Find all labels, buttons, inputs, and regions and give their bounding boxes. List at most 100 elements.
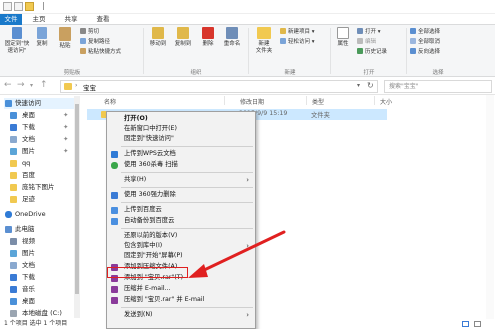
nav-pc-pictures[interactable]: 图片: [10, 248, 35, 259]
nav-onedrive[interactable]: OneDrive: [4, 209, 46, 220]
breadcrumb-current[interactable]: 宝宝: [83, 82, 96, 92]
status-text: 1 个项目 选中 1 个项目: [4, 320, 68, 327]
quick-access-properties-icon[interactable]: [14, 2, 23, 11]
copy-path-label: 复制路径: [88, 39, 111, 45]
video-icon: [10, 238, 17, 245]
menu-item-open-new-window[interactable]: 在新窗口中打开(E): [107, 124, 255, 134]
nav-label: OneDrive: [15, 210, 46, 218]
new-folder-button[interactable]: 新建 文件夹: [252, 27, 276, 55]
nav-documents[interactable]: 文档 ✦: [10, 134, 68, 145]
column-divider: [374, 96, 375, 105]
nav-label: 百度: [22, 171, 35, 179]
quick-access-new-folder-icon[interactable]: [25, 2, 34, 11]
copy-to-label: 复制到: [174, 41, 192, 47]
nav-pc-documents[interactable]: 文档: [10, 260, 35, 271]
forward-arrow-icon[interactable]: →: [17, 80, 25, 91]
select-none-button[interactable]: 全部取消: [410, 38, 440, 46]
nav-baby-pictures[interactable]: 庞铭下图片: [10, 182, 55, 193]
recent-locations-icon[interactable]: ▾: [30, 80, 33, 91]
nav-scrollbar-thumb[interactable]: [75, 104, 79, 294]
move-to-button[interactable]: 移动到: [147, 27, 169, 48]
history-button[interactable]: 历史记录: [357, 48, 387, 56]
nav-footprints[interactable]: 足迹: [10, 194, 35, 205]
menu-item-share[interactable]: 共享(H) ›: [107, 175, 255, 185]
copy-path-button[interactable]: 复制路径: [80, 38, 110, 46]
nav-this-pc[interactable]: 此电脑: [4, 224, 35, 235]
nav-baidu[interactable]: 百度: [10, 170, 35, 181]
menu-item-shred-360[interactable]: 使用 360强力删除: [107, 190, 255, 200]
folder-icon: [64, 83, 72, 90]
nav-label: 庞铭下图片: [22, 183, 55, 191]
invert-selection-button[interactable]: 反向选择: [410, 48, 440, 56]
nav-desktop[interactable]: 桌面 ✦: [10, 110, 68, 121]
nav-label: 此电脑: [15, 225, 35, 233]
nav-pc-downloads[interactable]: 下载: [10, 272, 35, 283]
easy-access-button[interactable]: 轻松访问 ▾: [280, 38, 315, 46]
shield-icon: [111, 162, 118, 169]
paste-button[interactable]: 粘贴: [55, 27, 75, 50]
copy-button[interactable]: 复制: [34, 27, 50, 48]
nav-label: 下载: [22, 273, 35, 281]
nav-qq[interactable]: qq: [10, 158, 30, 169]
menu-item-label: 固定到"快速访问": [124, 135, 174, 142]
winrar-icon: [111, 286, 118, 293]
computer-icon: [5, 226, 12, 233]
menu-item-open[interactable]: 打开(O): [107, 114, 255, 124]
tab-share[interactable]: 共享: [60, 14, 82, 25]
menu-item-baidu-upload[interactable]: 上传到百度云: [107, 205, 255, 215]
address-dropdown-icon[interactable]: ▾: [357, 82, 360, 89]
nav-videos[interactable]: 视频: [10, 236, 35, 247]
column-header-date[interactable]: 修改日期: [240, 97, 264, 106]
menu-item-wps-upload[interactable]: 上传到WPS云文档: [107, 149, 255, 159]
nav-quick-access[interactable]: 快速访问: [4, 98, 74, 109]
back-arrow-icon[interactable]: ←: [4, 80, 12, 91]
new-item-label: 新建项目: [288, 29, 311, 35]
nav-local-disk[interactable]: 本地磁盘 (C:): [10, 308, 62, 319]
select-all-button[interactable]: 全部选择: [410, 28, 440, 36]
nav-pictures[interactable]: 图片 ✦: [10, 146, 68, 157]
column-header-type[interactable]: 类型: [312, 97, 324, 106]
nav-label: 图片: [22, 147, 35, 155]
tab-file[interactable]: 文件: [0, 14, 22, 25]
menu-item-scan-360[interactable]: 使用 360杀毒 扫描: [107, 160, 255, 170]
nav-label: 文档: [22, 135, 35, 143]
menu-item-compress-rar-email[interactable]: 压缩到 "宝贝.rar" 并 E-mail: [107, 295, 255, 305]
new-folder-label: 新建 文件夹: [255, 41, 273, 54]
open-button[interactable]: 打开 ▾: [357, 28, 381, 36]
large-icons-view-icon[interactable]: [474, 321, 481, 327]
properties-button[interactable]: 属性: [334, 27, 352, 48]
menu-item-send-to[interactable]: 发送到(N) ›: [107, 310, 255, 320]
nav-pc-desktop[interactable]: 桌面: [10, 296, 35, 307]
move-to-icon: [152, 27, 164, 39]
nav-downloads[interactable]: 下载 ✦: [10, 122, 68, 133]
submenu-arrow-icon: ›: [246, 311, 249, 319]
pin-quick-access-button[interactable]: 固定到"快 速访问": [2, 27, 32, 55]
column-header-name[interactable]: 名称: [104, 97, 116, 106]
copy-to-button[interactable]: 复制到: [172, 27, 194, 48]
folder-icon: [10, 172, 17, 179]
menu-item-pin-quick-access[interactable]: 固定到"快速访问": [107, 134, 255, 144]
address-box[interactable]: › 宝宝 ▾ ↻: [60, 80, 378, 93]
up-arrow-icon[interactable]: ↑: [40, 80, 48, 91]
highlight-box: [107, 267, 188, 278]
column-header-size[interactable]: 大小: [380, 97, 392, 106]
delete-button[interactable]: 删除: [199, 27, 217, 48]
tab-home[interactable]: 主页: [28, 14, 50, 25]
details-view-icon[interactable]: [462, 321, 469, 327]
menu-item-baidu-backup[interactable]: 自动备份到百度云: [107, 216, 255, 226]
rename-button[interactable]: 重命名: [221, 27, 243, 48]
nav-music[interactable]: 音乐: [10, 284, 35, 295]
edit-button[interactable]: 编辑: [357, 38, 376, 46]
new-item-button[interactable]: 新建项目 ▾: [280, 28, 315, 36]
refresh-icon[interactable]: ↻: [367, 81, 374, 90]
search-input[interactable]: 搜索"宝宝": [384, 80, 492, 93]
cut-button[interactable]: 剪切: [80, 28, 99, 36]
easy-access-label: 轻松访问: [288, 39, 311, 45]
tab-view[interactable]: 查看: [92, 14, 114, 25]
paste-shortcut-button[interactable]: 粘贴快捷方式: [80, 48, 121, 56]
ribbon-divider: [143, 28, 144, 74]
menu-item-label: 包含到库中(I): [124, 242, 163, 249]
nav-label: 视频: [22, 237, 35, 245]
file-scrollbar[interactable]: [486, 95, 494, 319]
select-all-icon: [410, 28, 416, 34]
